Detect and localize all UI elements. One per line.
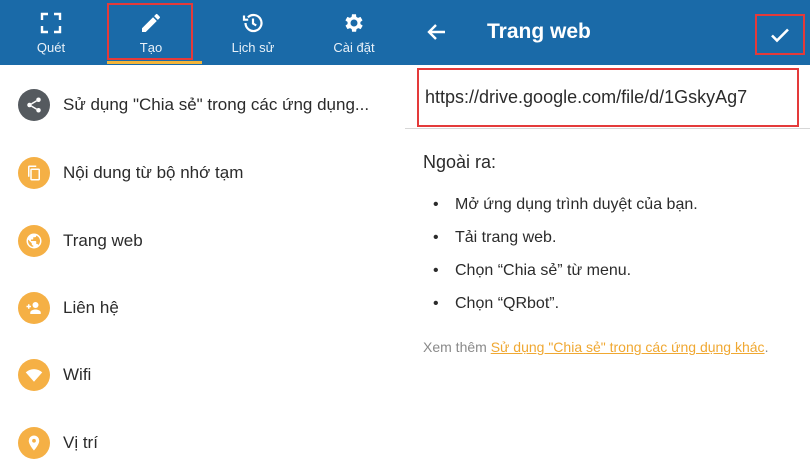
gear-icon	[345, 14, 363, 32]
see-also-prefix: Xem thêm	[423, 339, 491, 355]
list-item-contact[interactable]: Liên hệ	[0, 277, 405, 337]
tab-settings-label: Cài đặt	[333, 40, 375, 55]
confirm-button[interactable]	[755, 14, 805, 55]
list-item-label: Trang web	[63, 231, 143, 250]
see-also-suffix: .	[764, 339, 769, 355]
list-item-share[interactable]: Sử dụng "Chia sẻ" trong các ứng dụng...	[0, 74, 405, 134]
editor-toolbar: Trang web	[405, 0, 810, 65]
page-title: Trang web	[487, 20, 591, 43]
list-item-wifi[interactable]: Wifi	[0, 344, 405, 404]
list-item-label: Vị trí	[63, 433, 98, 452]
instruction-steps: • Mở ứng dụng trình duyệt của bạn. • Tải t…	[433, 196, 698, 328]
url-input-value: https://drive.google.com/file/d/1GskyAg7	[425, 87, 748, 107]
list-item-label: Liên hệ	[63, 298, 119, 317]
list-item-label: Sử dụng "Chia sẻ" trong các ứng dụng...	[63, 95, 370, 114]
location-icon	[28, 435, 40, 451]
tab-history[interactable]: Lịch sử	[222, 0, 284, 65]
see-also-link[interactable]: Sử dụng "Chia sẻ" trong các ứng dụng khá…	[491, 339, 765, 355]
input-underline	[405, 128, 810, 129]
globe-icon	[26, 233, 42, 249]
add-contact-icon	[26, 302, 41, 314]
list-item-clipboard[interactable]: Nội dung từ bộ nhớ tạm	[0, 142, 405, 202]
tab-create-highlight	[107, 3, 193, 60]
instructions-heading: Ngoài ra:	[423, 152, 497, 172]
list-item: • Tải trang web.	[433, 229, 557, 246]
checkmark-icon	[771, 28, 789, 42]
list-item: • Chọn “Chia sẻ” từ menu.	[433, 262, 632, 279]
top-tab-bar: Quét Tạo Lịch sử Cài đặt	[0, 0, 405, 65]
active-tab-indicator	[107, 61, 202, 64]
list-item-label: Nội dung từ bộ nhớ tạm	[63, 163, 244, 182]
wifi-icon	[25, 369, 43, 382]
list-item: • Chọn “QRbot”.	[433, 295, 560, 312]
clipboard-icon	[28, 165, 40, 181]
tab-scan[interactable]: Quét	[20, 0, 82, 65]
history-icon	[242, 13, 263, 33]
url-input[interactable]: https://drive.google.com/file/d/1GskyAg7	[417, 68, 799, 127]
list-item-label: Wifi	[63, 365, 92, 384]
back-arrow-icon[interactable]	[425, 20, 449, 44]
tab-history-label: Lịch sử	[231, 40, 275, 55]
create-screen: Quét Tạo Lịch sử Cài đặt Sử dụng "Chia s…	[0, 0, 405, 459]
see-also-text: Xem thêm Sử dụng "Chia sẻ" trong các ứng…	[423, 338, 783, 357]
tab-scan-label: Quét	[36, 40, 66, 55]
share-icon	[27, 97, 41, 113]
list-item-location[interactable]: Vị trí	[0, 412, 405, 472]
website-editor-screen: Trang web https://drive.google.com/file/…	[405, 0, 810, 456]
tab-settings[interactable]: Cài đặt	[325, 0, 383, 65]
scan-icon	[40, 12, 62, 34]
list-item-website[interactable]: Trang web	[0, 210, 405, 270]
list-item: • Mở ứng dụng trình duyệt của bạn.	[433, 196, 698, 213]
